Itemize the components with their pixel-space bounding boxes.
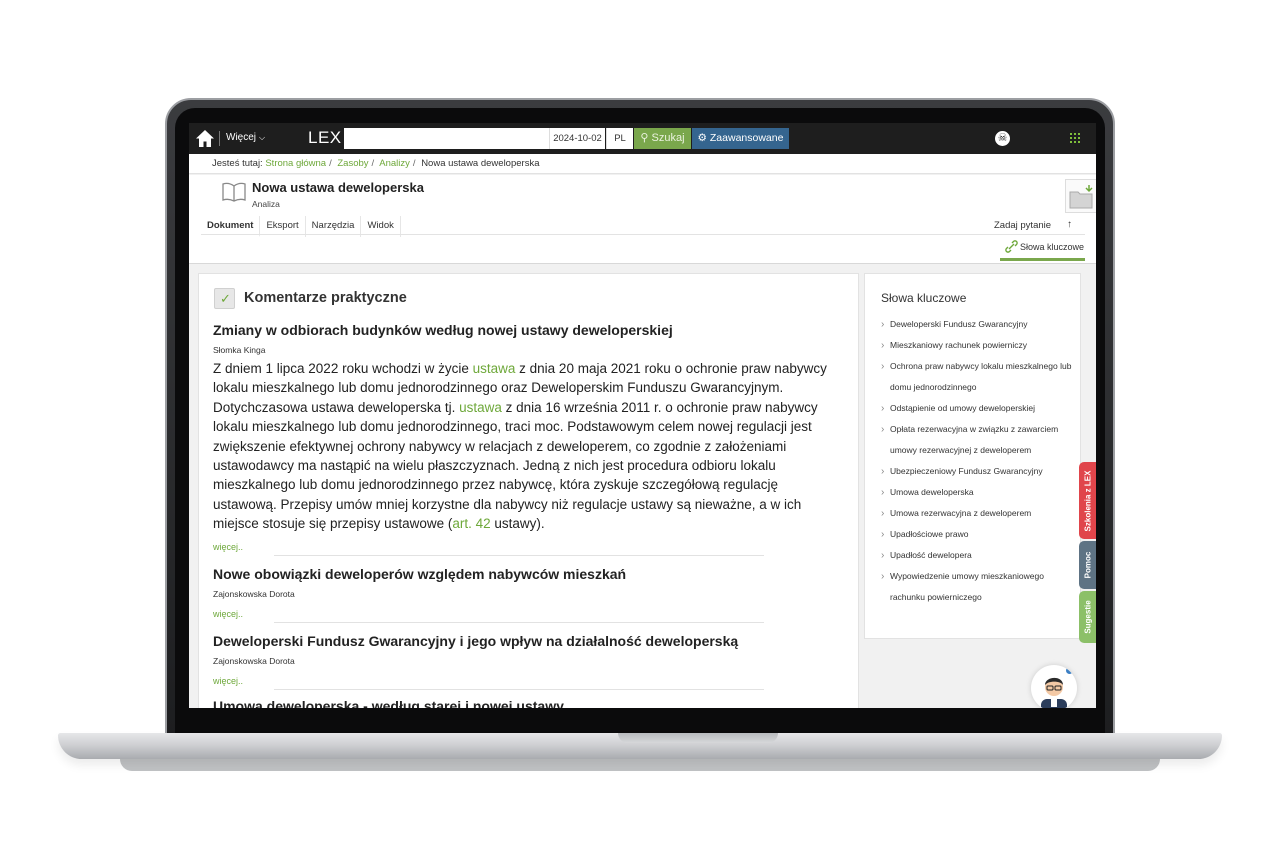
suggestions-side-tab[interactable]: Sugestie: [1079, 591, 1096, 643]
article-text: ustawy).: [490, 516, 545, 532]
article-title[interactable]: Nowe obowiązki deweloperów względem naby…: [213, 566, 833, 582]
training-side-tab-label: Szkolenia z LEX: [1083, 470, 1092, 531]
content-card: ✓ Komentarze praktyczne Zmiany w odbiora…: [198, 273, 859, 708]
suggestions-side-tab-label: Sugestie: [1083, 600, 1092, 634]
article-author: Zajonskowska Dorota: [213, 656, 295, 666]
keyword-item[interactable]: Upadłościowe prawo: [881, 524, 1076, 545]
chevron-down-icon: ⌵: [259, 133, 266, 142]
search-icon: ⚲: [640, 132, 649, 144]
training-side-tab[interactable]: Szkolenia z LEX: [1079, 462, 1096, 539]
document-header: Nowa ustawa deweloperska Analiza Dokumen…: [189, 175, 1096, 264]
folder-icon: [1069, 185, 1093, 209]
keywords-title: Słowa kluczowe: [881, 291, 967, 305]
keyword-item[interactable]: Umowa deweloperska: [881, 482, 1076, 503]
keyword-item[interactable]: Odstąpienie od umowy deweloperskiej: [881, 398, 1076, 419]
keyword-item[interactable]: Umowa rezerwacyjna z deweloperem: [881, 503, 1076, 524]
advanced-search-label: Zaawansowane: [709, 132, 784, 144]
save-to-folder-button[interactable]: [1065, 179, 1096, 213]
date-field[interactable]: 2024-10-02: [549, 128, 605, 149]
book-icon: [222, 182, 246, 202]
document-title: Nowa ustawa deweloperska: [252, 180, 424, 195]
keyword-item[interactable]: Ochrona praw nabywcy lokalu mieszkalnego…: [881, 356, 1076, 398]
article: Umowa deweloperska - według starej i now…: [213, 698, 833, 708]
keyword-item[interactable]: Upadłość dewelopera: [881, 545, 1076, 566]
section-title: Komentarze praktyczne: [244, 290, 407, 306]
accessibility-icon[interactable]: ☠: [995, 131, 1010, 146]
advanced-search-button[interactable]: ⚙ Zaawansowane: [692, 128, 789, 149]
laptop-notch: [618, 733, 778, 743]
search-button-label: Szukaj: [651, 132, 685, 144]
keywords-tab[interactable]: Słowa kluczowe: [1000, 237, 1085, 261]
article-title[interactable]: Umowa deweloperska - według starej i now…: [213, 698, 833, 708]
breadcrumb: Jesteś tutaj: Strona główna / Zasoby / Ana…: [212, 158, 540, 169]
laptop-shadow: [120, 759, 1160, 771]
more-link[interactable]: więcej..: [213, 609, 243, 619]
article: Deweloperski Fundusz Gwarancyjny i jego …: [213, 633, 833, 666]
search-button[interactable]: ⚲ Szukaj: [634, 128, 691, 149]
article-author: Zajonskowska Dorota: [213, 589, 295, 599]
keyword-item[interactable]: Ubezpieczeniowy Fundusz Gwarancyjny: [881, 461, 1076, 482]
divider: [274, 555, 764, 556]
breadcrumb-home[interactable]: Strona główna: [265, 158, 326, 169]
more-link[interactable]: więcej..: [213, 676, 243, 686]
divider: [274, 622, 764, 623]
breadcrumb-resources[interactable]: Zasoby: [337, 158, 368, 169]
document-type: Analiza: [252, 199, 280, 209]
article-text: z dnia 16 września 2011 r. o ochronie pr…: [213, 399, 818, 532]
help-side-tab-label: Pomoc: [1083, 551, 1092, 579]
checkmark-icon: ✓: [214, 288, 235, 309]
help-side-tab[interactable]: Pomoc: [1079, 541, 1096, 589]
ask-question-button[interactable]: Zadaj pytanie: [994, 220, 1051, 231]
top-bar: Więcej ⌵ LEX 2024-10-02 PL ⚲ Szukaj ⚙ Zaa…: [189, 123, 1096, 154]
more-menu-label: Więcej: [226, 132, 257, 143]
keyword-item[interactable]: Wypowiedzenie umowy mieszkaniowego rachu…: [881, 566, 1076, 608]
lex-logo[interactable]: LEX: [308, 128, 342, 148]
breadcrumb-bar: Jesteś tutaj: Strona główna / Zasoby / Ana…: [189, 154, 1096, 174]
gear-icon: ⚙: [697, 132, 707, 144]
screen: Więcej ⌵ LEX 2024-10-02 PL ⚲ Szukaj ⚙ Zaa…: [189, 123, 1096, 708]
breadcrumb-analyses[interactable]: Analizy: [379, 158, 410, 169]
article-author: Słomka Kinga: [213, 345, 266, 355]
link-icon: [1005, 240, 1018, 253]
more-menu-button[interactable]: Więcej ⌵: [226, 132, 265, 143]
article-title[interactable]: Deweloperski Fundusz Gwarancyjny i jego …: [213, 633, 833, 649]
breadcrumb-current: Nowa ustawa deweloperska: [421, 158, 540, 169]
article-link[interactable]: ustawa: [459, 400, 502, 415]
article: Nowe obowiązki deweloperów względem naby…: [213, 566, 833, 599]
home-icon[interactable]: [195, 129, 215, 148]
keyword-item[interactable]: Deweloperski Fundusz Gwarancyjny: [881, 314, 1076, 335]
keywords-panel: Słowa kluczowe Deweloperski Fundusz Gwar…: [864, 273, 1081, 639]
divider: [219, 131, 220, 146]
laptop-base: [58, 733, 1222, 759]
assistant-avatar[interactable]: [1031, 665, 1077, 708]
article-link[interactable]: art. 42: [452, 516, 490, 531]
scroll-up-icon[interactable]: ↑: [1067, 219, 1072, 230]
article-body: Z dniem 1 lipca 2022 roku wchodzi w życi…: [213, 359, 828, 534]
language-selector[interactable]: PL: [606, 128, 633, 149]
divider: [274, 689, 764, 690]
apps-grid-icon[interactable]: [1070, 133, 1080, 143]
tab-divider: [201, 234, 1085, 235]
notification-dot: [1066, 667, 1073, 674]
search-input[interactable]: [344, 128, 549, 149]
keyword-item[interactable]: Opłata rezerwacyjna w związku z zawarcie…: [881, 419, 1076, 461]
keywords-list: Deweloperski Fundusz Gwarancyjny Mieszka…: [881, 314, 1076, 608]
breadcrumb-prefix: Jesteś tutaj:: [212, 158, 263, 169]
keyword-item[interactable]: Mieszkaniowy rachunek powierniczy: [881, 335, 1076, 356]
more-link[interactable]: więcej..: [213, 542, 243, 552]
article-text: Z dniem 1 lipca 2022 roku wchodzi w życi…: [213, 361, 473, 376]
article-link[interactable]: ustawa: [473, 361, 516, 376]
keywords-tab-label: Słowa kluczowe: [1020, 242, 1085, 252]
article: Zmiany w odbiorach budynków według nowej…: [213, 322, 833, 534]
article-title[interactable]: Zmiany w odbiorach budynków według nowej…: [213, 322, 833, 338]
